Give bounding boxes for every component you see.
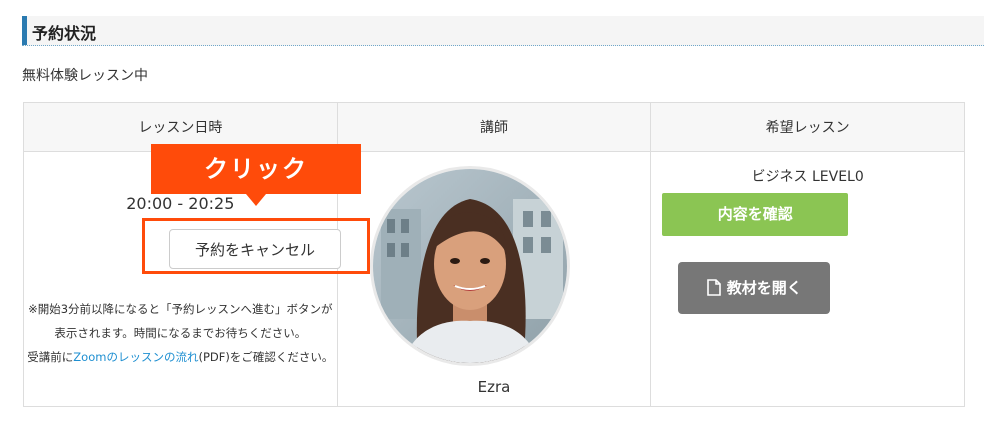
lesson-datetime-cell: 20:00 - 20:25 クリック 予約をキャンセル ※開始3分前以降になると… — [23, 144, 370, 407]
section-title: 予約状況 — [32, 24, 97, 43]
note-prefix: 受講前に — [27, 350, 74, 364]
open-material-button[interactable]: 教材を開く — [678, 262, 831, 317]
desired-lesson-cell: ビジネス LEVEL0 内容を確認 教材を開く — [650, 151, 965, 407]
tutor-cell: Ezra — [336, 151, 652, 407]
callout-arrow — [246, 194, 266, 206]
cancel-reservation-button[interactable]: 予約をキャンセル — [169, 229, 341, 269]
header-desired-lesson: 希望レッスン — [650, 102, 965, 152]
note-line-1: ※開始3分前以降になると「予約レッスンへ進む」ボタンが — [28, 302, 333, 316]
note-line-3: 受講前にZoomのレッスンの流れ(PDF)をご確認ください。 — [24, 345, 337, 369]
note-line-2: 表示されます。時間になるまでお待ちください。 — [54, 326, 307, 340]
course-name: ビジネス LEVEL0 — [751, 169, 864, 185]
header-tutor: 講師 — [336, 102, 652, 152]
section-accent-bar — [22, 16, 27, 45]
open-material-label: 教材を開く — [726, 279, 802, 297]
click-callout: クリック — [151, 144, 361, 194]
lesson-status-text: 無料体験レッスン中 — [22, 68, 148, 84]
tutor-photo — [372, 169, 567, 363]
tutor-name: Ezra — [477, 378, 511, 396]
confirm-content-button[interactable]: 内容を確認 — [662, 193, 849, 236]
file-icon — [706, 265, 721, 317]
lesson-time: 20:00 - 20:25 — [126, 194, 235, 213]
section-header: 予約状況 — [22, 16, 984, 46]
zoom-lesson-flow-link[interactable]: Zoomのレッスンの流れ — [73, 350, 198, 364]
tutor-avatar — [369, 166, 570, 366]
reservation-table: レッスン日時 講師 希望レッスン 20:00 - 20:25 クリック 予約をキ… — [23, 102, 965, 407]
note-suffix: (PDF)をご確認ください。 — [198, 350, 334, 364]
lesson-note: ※開始3分前以降になると「予約レッスンへ進む」ボタンが 表示されます。時間になる… — [24, 297, 337, 369]
